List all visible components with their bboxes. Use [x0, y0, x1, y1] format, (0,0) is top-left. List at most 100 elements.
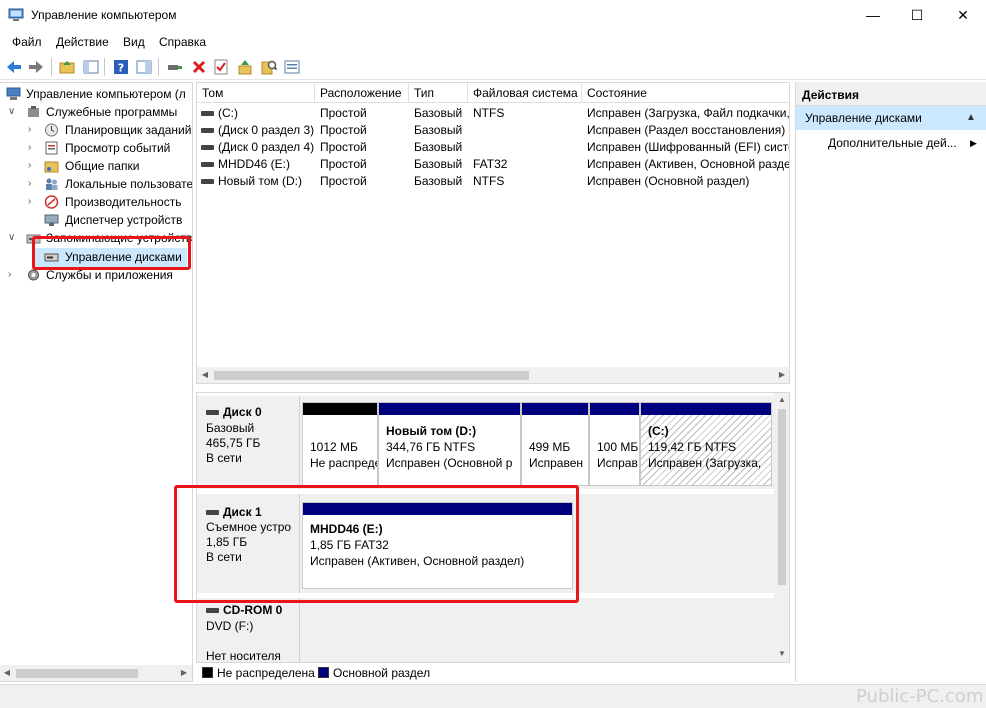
clock-icon	[45, 123, 58, 137]
table-row[interactable]: (C:) Простой Базовый NTFS Исправен (Загр…	[197, 105, 789, 122]
window-title: Управление компьютером	[31, 8, 177, 22]
volume-list-header: Том Расположение Тип Файловая система Со…	[197, 83, 789, 103]
forward-arrow-icon[interactable]	[26, 57, 46, 77]
partition-size: 344,76 ГБ NTFS	[386, 440, 476, 454]
scroll-left-arrow-icon[interactable]: ◀	[198, 370, 212, 379]
disk-name: CD-ROM 0	[223, 603, 283, 617]
scroll-down-arrow-icon[interactable]: ▼	[775, 649, 789, 658]
partition-title: (C:)	[648, 424, 669, 438]
chevron-right-icon[interactable]: ›	[28, 121, 38, 139]
drive-icon	[201, 128, 214, 134]
expand-chevron-icon[interactable]: ∨	[8, 103, 18, 121]
cell-volume: Новый том (D:)	[218, 174, 302, 188]
device-manager-icon	[44, 214, 59, 226]
toolbar-separator	[104, 58, 105, 76]
volume-list-horizontal-scrollbar[interactable]: ◀ ▶	[197, 367, 789, 383]
column-header-layout[interactable]: Расположение	[315, 83, 409, 103]
menu-view[interactable]: Вид	[123, 35, 145, 49]
tree-horizontal-scrollbar[interactable]: ◀ ▶	[0, 665, 192, 681]
cell-layout: Простой	[320, 140, 367, 154]
collapse-arrow-icon[interactable]: ▲	[966, 106, 976, 130]
delete-icon[interactable]	[189, 57, 209, 77]
close-button[interactable]: ✕	[940, 0, 986, 31]
chevron-right-icon[interactable]: ›	[28, 157, 38, 175]
chevron-right-icon[interactable]: ›	[28, 139, 38, 157]
column-header-type[interactable]: Тип	[409, 83, 468, 103]
maximize-button[interactable]: ☐	[894, 0, 940, 31]
disk-status: Нет носителя	[206, 649, 281, 663]
submenu-arrow-icon[interactable]: ▶	[970, 138, 977, 149]
menu-help[interactable]: Справка	[159, 35, 206, 49]
show-hide-tree-icon[interactable]	[81, 57, 101, 77]
partition-status: Исправен (Загрузка,	[648, 456, 762, 470]
table-row[interactable]: (Диск 0 раздел 3) Простой Базовый Исправ…	[197, 122, 789, 139]
cell-layout: Простой	[320, 157, 367, 171]
scrollbar-thumb[interactable]	[16, 669, 138, 678]
expand-chevron-icon[interactable]: ∨	[8, 229, 18, 247]
cell-status: Исправен (Основной раздел)	[587, 174, 750, 188]
scroll-right-arrow-icon[interactable]: ▶	[177, 668, 191, 677]
menu-action[interactable]: Действие	[56, 35, 109, 49]
table-row[interactable]: Новый том (D:) Простой Базовый NTFS Испр…	[197, 173, 789, 190]
menu-file[interactable]: Файл	[12, 35, 42, 49]
disk-map-vertical-scrollbar[interactable]: ▲ ▼	[774, 393, 789, 663]
watermark: Public-PC.com	[856, 686, 984, 707]
cell-filesystem	[473, 122, 583, 139]
partition-size: 1012 МБ	[310, 440, 358, 454]
tree-item-label: Общие папки	[65, 159, 140, 173]
tree-item-label: Просмотр событий	[65, 141, 171, 155]
partition-unallocated[interactable]: 1012 МБ Не распредел	[302, 402, 378, 486]
partition-recovery[interactable]: 499 МБ Исправен	[521, 402, 589, 486]
connect-icon[interactable]	[165, 57, 185, 77]
up-folder-icon[interactable]	[57, 57, 77, 77]
actions-more-item[interactable]: Дополнительные дей...	[828, 136, 957, 150]
tree-item-label: Производительность	[65, 195, 182, 209]
chevron-right-icon[interactable]: ›	[28, 193, 38, 211]
computer-icon	[6, 87, 21, 100]
cdrom-0-label[interactable]: CD-ROM 0 DVD (F:) Нет носителя	[197, 598, 300, 664]
partition-size: 119,42 ГБ NTFS	[648, 440, 737, 454]
scrollbar-thumb[interactable]	[778, 409, 786, 585]
help-icon[interactable]: ?	[111, 57, 131, 77]
column-header-status[interactable]: Состояние	[582, 83, 789, 103]
table-row[interactable]: MHDD46 (E:) Простой Базовый FAT32 Исправ…	[197, 156, 789, 173]
folder-up-icon[interactable]	[235, 57, 255, 77]
cell-status: Исправен (Раздел восстановления)	[587, 123, 786, 137]
disk-0-label[interactable]: Диск 0 Базовый 465,75 ГБ В сети	[197, 396, 300, 489]
partition-size: 100 МБ	[597, 440, 639, 454]
partition-d[interactable]: Новый том (D:) 344,76 ГБ NTFS Исправен (…	[378, 402, 521, 486]
properties-pane-icon[interactable]	[134, 57, 154, 77]
performance-icon	[44, 195, 59, 209]
chevron-right-icon[interactable]: ›	[28, 175, 38, 193]
volume-list: Том Расположение Тип Файловая система Со…	[196, 82, 790, 384]
scroll-right-arrow-icon[interactable]: ▶	[775, 370, 789, 379]
computer-management-icon	[8, 8, 24, 21]
partition-efi[interactable]: 100 МБ Исправ	[589, 402, 640, 486]
partition-bar	[522, 403, 588, 415]
actions-section-label: Управление дисками	[805, 111, 922, 125]
scrollbar-thumb[interactable]	[214, 371, 529, 380]
partition-status: Не распредел	[310, 456, 377, 470]
legend-swatch-unallocated	[202, 667, 213, 678]
minimize-button[interactable]: —	[850, 0, 896, 31]
cdrom-icon	[206, 608, 219, 614]
column-header-filesystem[interactable]: Файловая система	[468, 83, 582, 103]
highlight-box-disk-1	[174, 485, 579, 603]
check-icon[interactable]	[211, 57, 231, 77]
partition-c[interactable]: (C:) 119,42 ГБ NTFS Исправен (Загрузка,	[640, 402, 772, 486]
actions-section-disk-management[interactable]: Управление дисками ▲	[796, 106, 986, 130]
properties-icon[interactable]	[282, 57, 302, 77]
chevron-right-icon[interactable]: ›	[8, 266, 18, 284]
back-arrow-icon[interactable]	[4, 57, 24, 77]
cell-type: Базовый	[414, 140, 463, 154]
scroll-left-arrow-icon[interactable]: ◀	[0, 668, 14, 677]
cell-filesystem	[473, 139, 583, 156]
partition-size: 499 МБ	[529, 440, 571, 454]
scroll-up-arrow-icon[interactable]: ▲	[775, 395, 789, 404]
disk-name: Диск 0	[223, 405, 262, 419]
table-row[interactable]: (Диск 0 раздел 4) Простой Базовый Исправ…	[197, 139, 789, 156]
legend-label-primary: Основной раздел	[333, 666, 431, 680]
column-header-volume[interactable]: Том	[197, 83, 315, 103]
search-icon[interactable]	[259, 57, 279, 77]
partition-bar	[590, 403, 639, 415]
